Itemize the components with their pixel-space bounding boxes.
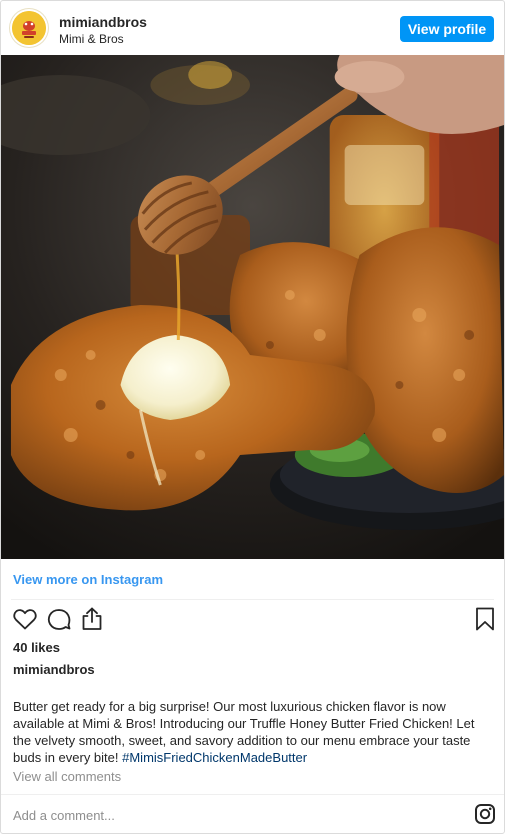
caption-username[interactable]: mimiandbros xyxy=(13,662,95,677)
comment-icon[interactable] xyxy=(45,605,73,633)
caption-hashtag[interactable]: #MimisFriedChickenMadeButter xyxy=(122,750,307,765)
action-bar xyxy=(1,605,504,637)
post-header: mimiandbros Mimi & Bros View profile xyxy=(1,1,504,55)
post-username[interactable]: mimiandbros xyxy=(59,14,147,30)
post-display-name: Mimi & Bros xyxy=(59,32,124,46)
divider xyxy=(1,794,504,795)
instagram-embed-card: mimiandbros Mimi & Bros View profile Vie… xyxy=(0,0,505,834)
post-caption: Butter get ready for a big surprise! Our… xyxy=(13,698,490,766)
view-more-on-instagram-link[interactable]: View more on Instagram xyxy=(13,572,163,587)
avatar[interactable] xyxy=(12,11,46,45)
view-all-comments-link[interactable]: View all comments xyxy=(13,769,121,784)
add-comment-field[interactable]: Add a comment... xyxy=(13,808,115,823)
divider xyxy=(11,599,494,600)
instagram-logo-icon[interactable] xyxy=(474,803,496,825)
fried-chicken-photo xyxy=(1,55,504,559)
share-icon[interactable] xyxy=(78,605,106,633)
likes-count[interactable]: 40 likes xyxy=(13,640,60,655)
view-profile-button[interactable]: View profile xyxy=(400,16,494,42)
heart-icon[interactable] xyxy=(11,605,39,633)
mimi-and-bros-logo-icon xyxy=(12,11,46,45)
post-photo[interactable] xyxy=(1,55,504,559)
bookmark-icon[interactable] xyxy=(471,605,499,633)
